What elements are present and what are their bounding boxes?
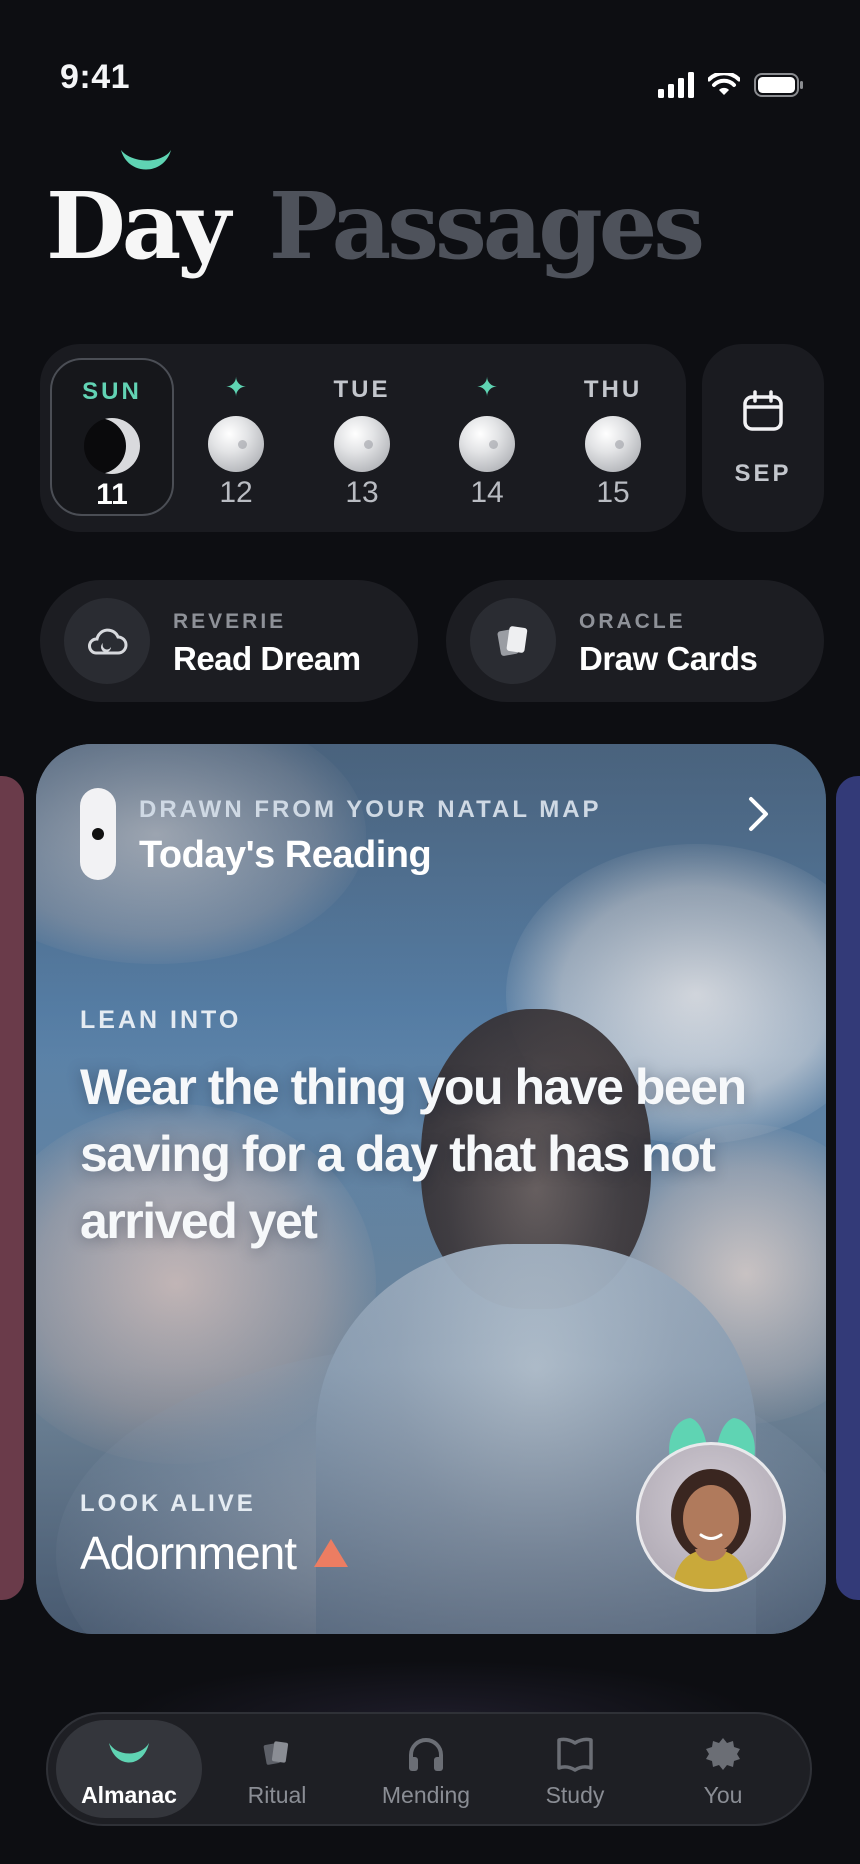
day-number: 14 [470, 476, 504, 509]
week-strip: SUN 11 ✦ 12 TUE 13 ✦ 14 THU 15 [40, 344, 686, 532]
wifi-icon [708, 73, 740, 95]
day-thu-15[interactable]: THU 15 [551, 358, 675, 516]
day-number: 13 [345, 476, 379, 509]
tab-mending[interactable]: Mending [353, 1720, 499, 1818]
triangle-icon [314, 1539, 349, 1567]
card-kicker: DRAWN FROM YOUR NATAL MAP [139, 796, 602, 823]
month-label: SEP [734, 460, 792, 487]
sparkle-icon: ✦ [225, 372, 247, 402]
battery-icon [754, 73, 803, 97]
day-number: 11 [96, 478, 128, 511]
full-moon-icon [334, 416, 390, 472]
tab-bar: Almanac Ritual Mending Study You [46, 1712, 812, 1826]
moon-arc-icon [56, 1732, 202, 1776]
card-title: Today's Reading [139, 834, 432, 876]
sparkle-icon: ✦ [476, 372, 498, 402]
previous-card-peek[interactable] [0, 776, 24, 1600]
full-moon-icon [208, 416, 264, 472]
avatar[interactable] [636, 1442, 786, 1592]
day-12[interactable]: ✦ 12 [174, 358, 298, 516]
reading-quote: Wear the thing you have been saving for … [80, 1059, 747, 1249]
day-number: 15 [596, 476, 630, 509]
signal-icon [658, 72, 694, 98]
tab-ritual[interactable]: Ritual [204, 1720, 350, 1818]
action-label: Draw Cards [579, 640, 758, 677]
tabbar-glow [120, 1660, 760, 1720]
look-alive-label: LOOK ALIVE [80, 1490, 256, 1517]
day-name: SUN [82, 378, 142, 405]
tab-you[interactable]: You [650, 1720, 796, 1818]
headphones-icon [353, 1732, 499, 1776]
status-time: 9:41 [60, 58, 131, 96]
badge-icon [650, 1732, 796, 1776]
status-icons [658, 72, 804, 98]
title-part1: Day [46, 172, 231, 280]
draw-cards-button[interactable]: ORACLE Draw Cards [446, 580, 824, 702]
tab-label: Almanac [81, 1782, 177, 1808]
cards-icon [470, 598, 556, 684]
month-picker-button[interactable]: SEP [702, 344, 824, 532]
tab-label: You [703, 1782, 743, 1808]
cards-icon [204, 1732, 350, 1776]
tab-label: Ritual [247, 1782, 307, 1808]
book-icon [502, 1732, 648, 1776]
moon-arc-icon [121, 150, 171, 170]
cloud-moon-icon [64, 598, 150, 684]
day-name: THU [583, 376, 643, 403]
full-moon-icon [459, 416, 515, 472]
day-tue-13[interactable]: TUE 13 [300, 358, 424, 516]
tab-label: Study [545, 1782, 605, 1808]
tab-almanac[interactable]: Almanac [56, 1720, 202, 1818]
tab-label: Mending [381, 1782, 471, 1808]
read-dream-button[interactable]: REVERIE Read Dream [40, 580, 418, 702]
day-14[interactable]: ✦ 14 [425, 358, 549, 516]
page-title: Day Passages [46, 150, 705, 272]
day-number: 12 [219, 476, 253, 509]
tab-study[interactable]: Study [502, 1720, 648, 1818]
title-part2: Passages [268, 172, 705, 280]
theme-label: Adornment [80, 1527, 297, 1579]
calendar-icon [743, 390, 783, 431]
todays-reading-card[interactable]: DRAWN FROM YOUR NATAL MAP Today's Readin… [36, 744, 826, 1634]
title-day: Day [46, 150, 255, 280]
theme-row: Adornment [80, 1526, 349, 1580]
pin-icon [80, 788, 116, 880]
next-card-peek[interactable] [836, 776, 860, 1600]
crescent-moon-icon [84, 418, 140, 474]
action-kicker: REVERIE [173, 610, 287, 633]
action-label: Read Dream [173, 640, 361, 677]
day-name: TUE [333, 376, 391, 403]
lean-into-label: LEAN INTO [80, 1006, 242, 1034]
full-moon-icon [585, 416, 641, 472]
action-kicker: ORACLE [579, 610, 686, 633]
day-sun-11[interactable]: SUN 11 [50, 358, 174, 516]
chevron-right-icon[interactable] [746, 794, 772, 834]
